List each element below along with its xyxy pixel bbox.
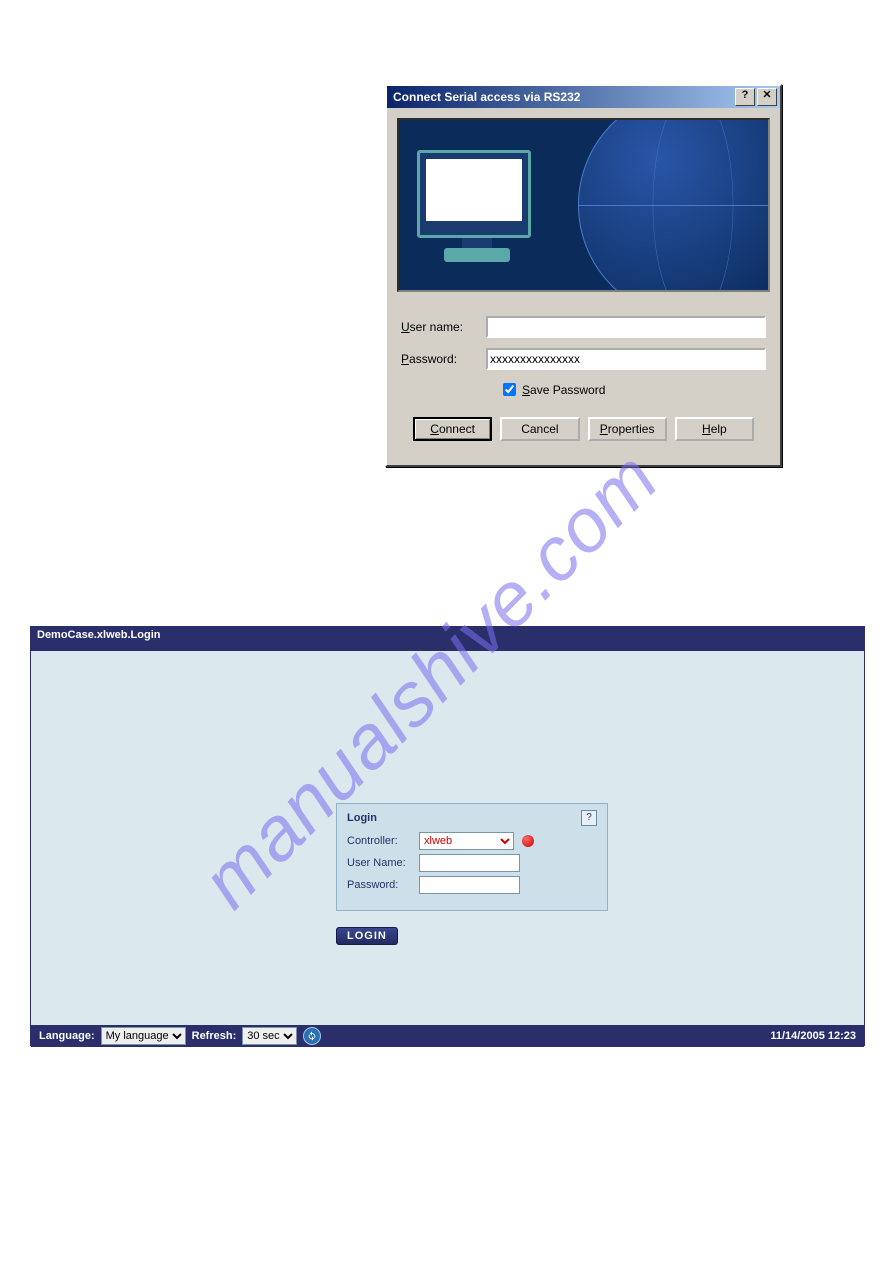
web-password-input[interactable] xyxy=(419,876,520,894)
login-heading: Login xyxy=(347,812,377,824)
web-password-label: Password: xyxy=(347,879,419,891)
controller-label: Controller: xyxy=(347,835,419,847)
monitor-icon xyxy=(417,150,537,255)
username-input[interactable] xyxy=(486,316,766,338)
password-row: Password: xyxy=(401,348,766,370)
globe-icon xyxy=(578,118,770,292)
controller-select[interactable]: xlweb xyxy=(419,832,514,850)
controller-status-dot-icon xyxy=(522,835,534,847)
dialog-body: User name: Password: Save Password Conne… xyxy=(387,302,780,465)
dialog-title: Connect Serial access via RS232 xyxy=(393,90,733,104)
login-panel: Login ? Controller: xlweb User Name: Pas… xyxy=(336,803,608,911)
login-button[interactable]: LOGIN xyxy=(336,927,398,945)
web-username-input[interactable] xyxy=(419,854,520,872)
username-label: User name: xyxy=(401,320,486,334)
web-footer: Language: My language Refresh: 30 sec 11… xyxy=(31,1025,864,1047)
dialog-help-button[interactable]: ? xyxy=(735,88,755,106)
save-password-row: Save Password xyxy=(499,380,766,399)
web-titlebar: DemoCase.xlweb.Login xyxy=(31,627,864,651)
dialog-close-button[interactable]: ✕ xyxy=(757,88,777,106)
password-input[interactable] xyxy=(486,348,766,370)
save-password-checkbox[interactable] xyxy=(503,383,516,396)
dialog-banner xyxy=(397,118,770,292)
username-row: User name: xyxy=(401,316,766,338)
language-select[interactable]: My language xyxy=(101,1027,186,1045)
web-password-row: Password: xyxy=(347,876,597,894)
password-label: Password: xyxy=(401,352,486,366)
connect-button[interactable]: Connect xyxy=(413,417,492,441)
web-username-label: User Name: xyxy=(347,857,419,869)
login-help-icon[interactable]: ? xyxy=(581,810,597,826)
footer-timestamp: 11/14/2005 12:23 xyxy=(770,1030,856,1042)
language-label: Language: xyxy=(39,1030,95,1042)
refresh-icon[interactable] xyxy=(303,1027,321,1045)
web-login-frame: DemoCase.xlweb.Login Login ? Controller:… xyxy=(30,626,865,1046)
help-button[interactable]: Help xyxy=(675,417,754,441)
web-username-row: User Name: xyxy=(347,854,597,872)
login-panel-header: Login ? xyxy=(347,810,597,826)
connect-dialog: Connect Serial access via RS232 ? ✕ User… xyxy=(385,84,782,467)
dialog-titlebar: Connect Serial access via RS232 ? ✕ xyxy=(387,86,780,108)
properties-button[interactable]: Properties xyxy=(588,417,667,441)
dialog-button-row: Connect Cancel Properties Help xyxy=(401,417,766,455)
refresh-select[interactable]: 30 sec xyxy=(242,1027,297,1045)
cancel-button[interactable]: Cancel xyxy=(500,417,579,441)
save-password-label: Save Password xyxy=(522,383,605,397)
controller-row: Controller: xlweb xyxy=(347,832,597,850)
refresh-label: Refresh: xyxy=(192,1030,237,1042)
web-canvas: Login ? Controller: xlweb User Name: Pas… xyxy=(31,651,864,1025)
